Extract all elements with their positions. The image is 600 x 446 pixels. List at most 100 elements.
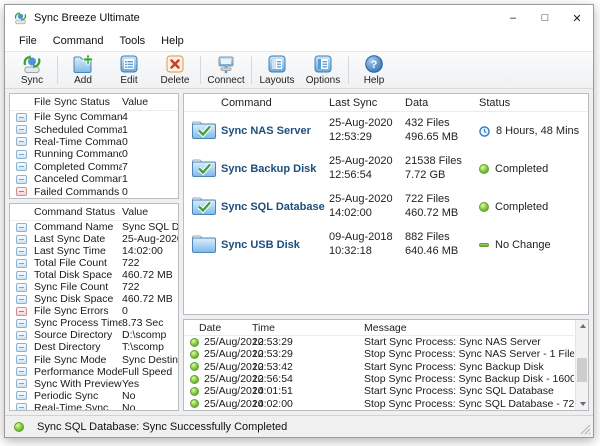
layouts-button[interactable]: Layouts <box>254 52 300 88</box>
toolbar: Sync Add Edit <box>5 51 593 89</box>
help-button[interactable]: ? Help <box>351 52 397 88</box>
log-row[interactable]: 25/Aug/202012:53:42Start Sync Process: S… <box>184 361 574 373</box>
delete-icon <box>164 54 186 74</box>
window-title: Sync Breeze Ultimate <box>34 12 140 24</box>
menu-file[interactable]: File <box>11 33 45 49</box>
left-column: File Sync Status Value File Sync Command… <box>9 93 179 411</box>
svg-text:?: ? <box>371 59 378 71</box>
add-button[interactable]: Add <box>60 52 106 88</box>
table-row-sync-nas-server[interactable]: Sync NAS Server 25-Aug-202012:53:29 432 … <box>184 112 588 150</box>
list-item[interactable]: Sync File Count722 <box>10 281 178 293</box>
command-doc-icon <box>16 271 27 280</box>
scrollbar-thumb[interactable] <box>577 358 587 382</box>
command-doc-icon <box>16 403 27 411</box>
column-header-value[interactable]: Value <box>122 206 148 218</box>
status-green-sphere-icon <box>14 422 24 432</box>
log-row[interactable]: 25/Aug/202012:53:29Stop Sync Process: Sy… <box>184 348 574 360</box>
close-button[interactable]: ✕ <box>561 5 593 31</box>
table-row-sync-usb-disk[interactable]: Sync USB Disk 09-Aug-201810:32:18 882 Fi… <box>184 226 588 264</box>
list-item[interactable]: Failed Commands0 <box>10 185 178 197</box>
list-item[interactable]: File Sync Errors0 <box>10 305 178 317</box>
help-icon: ? <box>363 54 385 74</box>
command-doc-icon <box>16 295 27 304</box>
list-item[interactable]: Running Commands0 <box>10 148 178 160</box>
log-scrollbar[interactable] <box>575 320 588 410</box>
column-header-value[interactable]: Value <box>122 96 148 108</box>
command-doc-icon <box>16 113 27 122</box>
menu-tools[interactable]: Tools <box>111 33 153 49</box>
list-item[interactable]: Total File Count722 <box>10 257 178 269</box>
command-doc-icon <box>16 125 27 134</box>
edit-button[interactable]: Edit <box>106 52 152 88</box>
title-bar: Sync Breeze Ultimate – □ ✕ <box>5 5 593 31</box>
list-item[interactable]: Sync With PreviewYes <box>10 378 178 390</box>
column-header-command[interactable]: Command <box>221 97 329 109</box>
table-row-sync-backup-disk[interactable]: Sync Backup Disk 25-Aug-202012:56:54 215… <box>184 150 588 188</box>
list-item[interactable]: Sync Disk Space460.72 MB <box>10 293 178 305</box>
list-item[interactable]: Real-Time Commands0 <box>10 136 178 148</box>
list-item[interactable]: Last Sync Time14:02:00 <box>10 245 178 257</box>
connect-icon <box>215 54 237 74</box>
list-item[interactable]: Last Sync Date25-Aug-2020 <box>10 233 178 245</box>
scroll-up-icon[interactable] <box>576 320 589 332</box>
scroll-down-icon[interactable] <box>576 398 589 410</box>
list-item[interactable]: File Sync ModeSync Destinat... <box>10 354 178 366</box>
green-sphere-icon <box>190 350 199 359</box>
connect-button[interactable]: Connect <box>203 52 249 88</box>
help-button-label: Help <box>364 75 385 86</box>
green-sphere-icon <box>479 164 489 174</box>
sync-icon <box>21 54 43 74</box>
list-item[interactable]: Sync Process Time8.73 Sec <box>10 317 178 329</box>
column-header-status[interactable]: Status <box>479 97 588 109</box>
column-header-date[interactable]: Date <box>199 322 252 334</box>
status-bar: Sync SQL Database: Sync Successfully Com… <box>5 415 593 437</box>
window-controls: – □ ✕ <box>497 5 593 31</box>
list-item[interactable]: Canceled Commands1 <box>10 173 178 185</box>
column-header-time[interactable]: Time <box>252 322 364 334</box>
minimize-button[interactable]: – <box>497 5 529 31</box>
menu-help[interactable]: Help <box>153 33 192 49</box>
command-doc-error-icon <box>16 187 27 196</box>
sync-button[interactable]: Sync <box>9 52 55 88</box>
log-row[interactable]: 25/Aug/202014:01:51Start Sync Process: S… <box>184 385 574 397</box>
table-row-sync-sql-database[interactable]: Sync SQL Database 25-Aug-202014:02:00 72… <box>184 188 588 226</box>
command-doc-icon <box>16 283 27 292</box>
list-item[interactable]: Real-Time SyncNo <box>10 402 178 411</box>
column-header-name[interactable]: File Sync Status <box>34 96 122 108</box>
command-doc-icon <box>16 343 27 352</box>
green-dash-icon <box>479 243 489 247</box>
column-header-message[interactable]: Message <box>364 322 574 334</box>
green-sphere-icon <box>190 399 199 408</box>
delete-button[interactable]: Delete <box>152 52 198 88</box>
list-item[interactable]: Periodic SyncNo <box>10 390 178 402</box>
column-header-name[interactable]: Command Status <box>34 206 122 218</box>
menu-command[interactable]: Command <box>45 33 112 49</box>
list-item[interactable]: File Sync Commands4 <box>10 111 178 123</box>
list-item[interactable]: Source DirectoryD:\scomp <box>10 329 178 341</box>
resize-grip[interactable] <box>580 424 591 435</box>
log-row[interactable]: 25/Aug/202012:53:29Start Sync Process: S… <box>184 336 574 348</box>
log-row[interactable]: 25/Aug/202012:56:54Stop Sync Process: Sy… <box>184 373 574 385</box>
command-doc-icon <box>16 331 27 340</box>
content-area: File Sync Status Value File Sync Command… <box>5 89 593 415</box>
list-item[interactable]: Total Disk Space460.72 MB <box>10 269 178 281</box>
column-header-last-sync[interactable]: Last Sync <box>329 97 405 109</box>
toolbar-separator <box>251 56 252 84</box>
options-button[interactable]: Options <box>300 52 346 88</box>
list-item[interactable]: Scheduled Comman...1 <box>10 123 178 135</box>
list-item[interactable]: Performance ModeFull Speed <box>10 366 178 378</box>
layouts-button-label: Layouts <box>259 75 294 86</box>
command-doc-icon <box>16 367 27 376</box>
maximize-button[interactable]: □ <box>529 5 561 31</box>
green-sphere-icon <box>190 387 199 396</box>
folder-check-icon <box>191 158 217 178</box>
command-doc-icon <box>16 235 27 244</box>
log-row[interactable]: 25/Aug/202014:02:00Stop Sync Process: Sy… <box>184 397 574 409</box>
log-panel: Date Time Message 25/Aug/202012:53:29Sta… <box>183 319 589 411</box>
sync-button-label: Sync <box>21 75 43 86</box>
file-sync-status-panel: File Sync Status Value File Sync Command… <box>9 93 179 199</box>
list-item[interactable]: Dest DirectoryT:\scomp <box>10 341 178 353</box>
column-header-data[interactable]: Data <box>405 97 479 109</box>
list-item[interactable]: Completed Comma...7 <box>10 161 178 173</box>
list-item[interactable]: Command NameSync SQL Dat... <box>10 221 178 233</box>
